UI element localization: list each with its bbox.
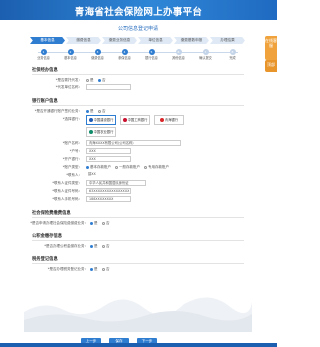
bank-qhb-option[interactable]: 青海银行 [154, 115, 184, 125]
id-no-input[interactable]: 63XXXXXXXXXXXXXXXX [86, 188, 131, 194]
social-fee-no[interactable]: 否 [102, 221, 110, 226]
form-panel: 公司信息登记申请 基本信息 缴费信息 缴费业务信息 单位信息 缴费基数申报 办理… [24, 20, 252, 345]
main-steps: 基本信息 缴费信息 缴费业务信息 单位信息 缴费基数申报 办理结果 [30, 37, 246, 44]
id-no-label: *联系人证件号码： [52, 189, 82, 193]
step-3[interactable]: 缴费业务信息 [102, 37, 137, 44]
step-6[interactable]: 办理结果 [210, 37, 245, 44]
agent-unit-label: *代发单位名称： [55, 85, 82, 89]
phone-label: *联系人手机号码： [52, 197, 82, 201]
account-name-input[interactable]: 青海XXXX有限公司(公司名称) [86, 140, 181, 146]
step-1[interactable]: 基本信息 [30, 37, 65, 44]
section-social-fee: 社会保险费缴费信息 [32, 211, 71, 216]
header-banner: 青海省社会保险网上办事平台 [0, 0, 277, 20]
account-type-special[interactable]: 专用存款账户 [144, 165, 169, 170]
mountain-decoration [24, 297, 252, 332]
bank-abc-option[interactable]: 中国农业银行 [86, 127, 116, 137]
tax-yes[interactable]: 是 [90, 267, 98, 272]
id-type-select[interactable]: 中华人民共和国居民身份证 [86, 180, 146, 186]
site-title: 青海省社会保险网上办事平台 [74, 7, 203, 18]
section-housing-fund: 公积金缴存信息 [32, 234, 63, 239]
account-no-input[interactable]: XXX [86, 148, 131, 154]
housing-fund-yes[interactable]: 是 [90, 244, 98, 249]
substep-8[interactable]: 8 完成 [219, 49, 246, 60]
step-2[interactable]: 缴费信息 [66, 37, 101, 44]
account-no-label: *户号： [69, 149, 82, 153]
sub-steps: 1 业务信息 2 基本信息 3 缴费信息 4 参保信息 5 银行信息 6 其他信息 7 确认提… [30, 49, 246, 71]
bank-icbc-option[interactable]: 中国工商银行 [120, 115, 150, 125]
divider [32, 74, 244, 75]
section-bank: 银行账户信息 [32, 99, 58, 104]
form-title: 公司信息登记申请 [117, 26, 158, 32]
account-name-label: *账户名称： [62, 141, 82, 145]
bank-sign-label: *是否开通银行账户签约业务： [34, 109, 82, 113]
housing-fund-label: *是否办理公积金缴存业务： [44, 244, 88, 248]
substep-5[interactable]: 5 银行信息 [138, 49, 165, 60]
tax-no[interactable]: 否 [102, 267, 110, 272]
section-social-insurance: 社保经办信息 [32, 68, 58, 73]
entrust-label: *是否委托代发： [55, 78, 82, 82]
account-type-label: *账户类型： [62, 165, 82, 169]
step-5[interactable]: 缴费基数申报 [174, 37, 209, 44]
section-tax: 税务登记信息 [32, 257, 58, 262]
divider [32, 217, 244, 218]
account-type-basic[interactable]: 基本存款账户 [86, 165, 111, 170]
substep-3[interactable]: 3 缴费信息 [84, 49, 111, 60]
contact-value[interactable]: 聂XX [86, 172, 131, 178]
social-fee-label: *是否申请办理社会保险费缴费业务： [30, 221, 88, 225]
entrust-yes[interactable]: 是 [86, 78, 94, 83]
substep-1[interactable]: 1 业务信息 [30, 49, 57, 60]
substep-2[interactable]: 2 基本信息 [57, 49, 84, 60]
id-type-label: *联系人证件类型： [52, 181, 82, 185]
contact-label: *联系人： [66, 173, 82, 177]
tax-label: *是否办理税务登记业务： [47, 267, 88, 271]
online-service-button[interactable]: 在线客服 [265, 36, 277, 60]
divider [32, 105, 244, 106]
step-4[interactable]: 单位信息 [138, 37, 173, 44]
bank-name-input[interactable]: XXX [86, 156, 131, 162]
social-fee-yes[interactable]: 是 [90, 221, 98, 226]
substep-7[interactable]: 7 确认提交 [192, 49, 219, 60]
bank-ccb-option[interactable]: 中国建设银行 [86, 115, 116, 125]
entrust-no[interactable]: 否 [98, 78, 106, 83]
account-type-general[interactable]: 一般存款账户 [115, 165, 140, 170]
divider [32, 240, 244, 241]
back-to-top-button[interactable]: 顶部 [265, 60, 277, 72]
bank-sign-no[interactable]: 否 [98, 109, 106, 114]
agent-unit-input[interactable] [86, 84, 131, 90]
substep-4[interactable]: 4 参保信息 [111, 49, 138, 60]
footer-bar [0, 343, 277, 347]
bank-sign-yes[interactable]: 是 [86, 109, 94, 114]
bank-name-label: *开户银行： [62, 157, 82, 161]
divider [32, 263, 244, 264]
phone-input[interactable]: 188XXXXXXXX [86, 196, 131, 202]
housing-fund-no[interactable]: 否 [102, 244, 110, 249]
select-bank-label: *选择银行： [62, 117, 82, 121]
substep-6[interactable]: 6 其他信息 [165, 49, 192, 60]
